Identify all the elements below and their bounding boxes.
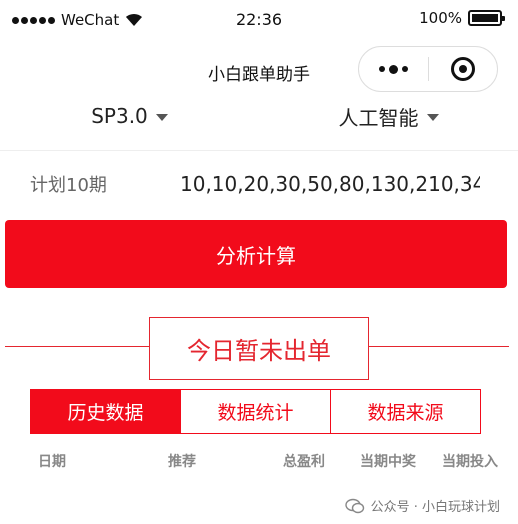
notice-line-right [369, 346, 509, 347]
column-header-period-win: 当期中奖 [360, 454, 416, 470]
column-header-date: 日期 [38, 454, 66, 470]
plan-row: 计划10期 10,10,20,30,50,80,130,210,34 [0, 164, 518, 204]
battery-percent: 100% [419, 9, 462, 27]
column-header-period-input: 当期投入 [442, 454, 498, 470]
caret-down-icon [155, 113, 168, 121]
tab-statistics[interactable]: 数据统计 [180, 390, 330, 433]
notice-line-left [5, 346, 149, 347]
miniprogram-capsule [358, 46, 498, 92]
column-header-total-profit: 总盈利 [283, 454, 325, 470]
more-dots-icon [378, 64, 408, 74]
mode-dropdown[interactable]: 人工智能 [259, 92, 518, 140]
wechat-official-account-icon [344, 498, 364, 513]
version-label: SP3.0 [91, 104, 148, 128]
tab-source[interactable]: 数据来源 [330, 390, 480, 433]
close-miniprogram-button[interactable] [429, 47, 498, 91]
watermark-text: 公众号 · 小白玩球计划 [370, 500, 500, 515]
tab-bar: 历史数据 数据统计 数据来源 [30, 389, 481, 434]
battery-icon [468, 10, 505, 26]
column-header-recommend: 推荐 [168, 454, 196, 470]
selector-row: SP3.0 人工智能 [0, 92, 518, 140]
plan-value-input[interactable]: 10,10,20,30,50,80,130,210,34 [180, 172, 480, 196]
watermark: 公众号 · 小白玩球计划 [340, 494, 504, 517]
tab-history[interactable]: 历史数据 [31, 390, 180, 433]
version-dropdown[interactable]: SP3.0 [0, 92, 259, 140]
more-button[interactable] [359, 47, 428, 91]
nav-bar: 小白跟单助手 [0, 40, 518, 100]
status-right: 100% [419, 9, 505, 27]
caret-down-icon [426, 113, 439, 121]
status-bar: WeChat 22:36 100% [0, 0, 518, 40]
target-circle-icon [450, 57, 475, 81]
divider [0, 150, 518, 151]
plan-label: 计划10期 [30, 175, 107, 196]
analyze-button[interactable]: 分析计算 [5, 220, 507, 288]
mode-label: 人工智能 [338, 105, 419, 130]
notice-box: 今日暂未出单 [149, 317, 369, 380]
